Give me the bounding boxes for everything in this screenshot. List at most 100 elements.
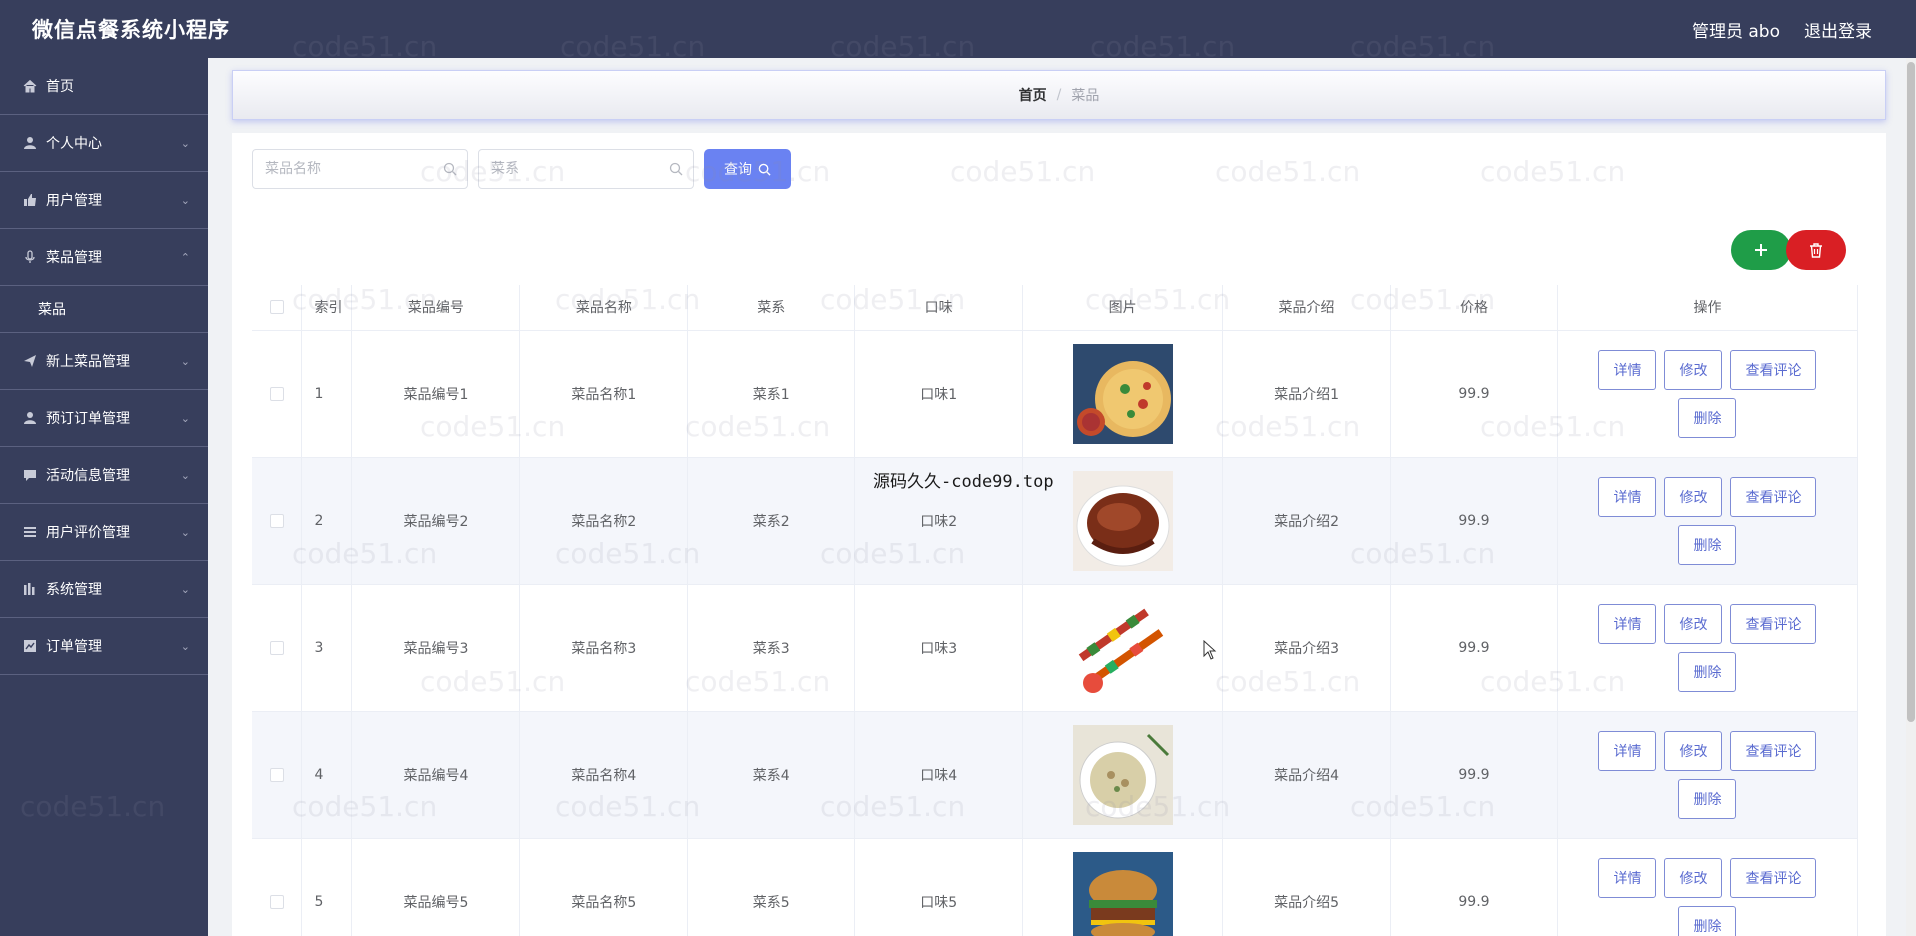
detail-button[interactable]: 详情 [1598, 603, 1657, 644]
actions-cell: 详情 修改 查看评论 删除 [1557, 711, 1859, 839]
row-actions: 详情 修改 查看评论 删除 [1587, 730, 1827, 819]
sidebar-item-profile[interactable]: 个人中心 ⌄ [0, 115, 208, 172]
top-right-actions: 管理员 abo 退出登录 [1692, 17, 1872, 42]
message-icon [22, 467, 38, 483]
column-header: 操作 [1557, 285, 1859, 331]
row-checkbox[interactable] [269, 767, 284, 782]
logout-link[interactable]: 退出登录 [1804, 17, 1872, 42]
taste-cell: 口味1 [854, 330, 1024, 458]
sidebar-item-reservations[interactable]: 预订订单管理 ⌄ [0, 390, 208, 447]
select-all-cell [252, 285, 303, 331]
index-cell: 5 [301, 838, 353, 936]
index-cell: 4 [301, 711, 353, 839]
sidebar-item-dishes[interactable]: 菜品管理 ⌃ [0, 229, 208, 286]
detail-button[interactable]: 详情 [1598, 730, 1657, 771]
breadcrumb-current: 菜品 [1071, 88, 1100, 104]
view-comments-button[interactable]: 查看评论 [1730, 603, 1817, 644]
scrollbar-thumb[interactable] [1907, 62, 1915, 722]
row-select-cell [252, 711, 303, 839]
name-cell: 菜品名称1 [519, 330, 689, 458]
detail-button[interactable]: 详情 [1598, 857, 1657, 898]
taste-cell: 口味5 [854, 838, 1024, 936]
row-checkbox[interactable] [269, 640, 284, 655]
image-cell [1022, 584, 1224, 712]
delete-button[interactable]: 删除 [1678, 524, 1737, 565]
image-cell [1022, 838, 1224, 936]
row-actions: 详情 修改 查看评论 删除 [1587, 857, 1827, 936]
row-checkbox[interactable] [269, 386, 284, 401]
breadcrumb: 首页 / 菜品 [232, 70, 1886, 120]
code-cell: 菜品编号5 [351, 838, 521, 936]
pizza-image [1072, 343, 1173, 444]
taste-cell: 口味2 [854, 457, 1024, 585]
view-comments-button[interactable]: 查看评论 [1730, 730, 1817, 771]
row-checkbox[interactable] [269, 894, 284, 909]
breadcrumb-home[interactable]: 首页 [1019, 85, 1047, 105]
delete-button[interactable]: 删除 [1678, 778, 1737, 819]
row-checkbox[interactable] [269, 513, 284, 528]
content-panel: 查询 索引 菜品编号 菜品名称 菜系 口味 图片 [232, 133, 1886, 936]
view-comments-button[interactable]: 查看评论 [1730, 857, 1817, 898]
batch-delete-button[interactable] [1786, 230, 1846, 270]
sidebar-item-system[interactable]: 系统管理 ⌄ [0, 561, 208, 618]
sidebar-item-orders[interactable]: 订单管理 ⌄ [0, 618, 208, 675]
chevron-down-icon: ⌄ [180, 582, 190, 596]
row-actions: 详情 修改 查看评论 删除 [1587, 349, 1827, 438]
image-cell [1022, 330, 1224, 458]
chevron-down-icon: ⌄ [180, 468, 190, 482]
main-content: 首页 / 菜品 查询 [208, 58, 1916, 936]
sidebar-item-new-dishes[interactable]: 新上菜品管理 ⌄ [0, 333, 208, 390]
image-cell [1022, 457, 1224, 585]
view-comments-button[interactable]: 查看评论 [1730, 349, 1817, 390]
code-cell: 菜品编号4 [351, 711, 521, 839]
chevron-down-icon: ⌄ [180, 411, 190, 425]
sidebar-item-label: 个人中心 [46, 136, 102, 152]
detail-button[interactable]: 详情 [1598, 476, 1657, 517]
dish-name-input[interactable] [253, 150, 467, 188]
category-cell: 菜系1 [687, 330, 856, 458]
edit-button[interactable]: 修改 [1664, 476, 1723, 517]
taste-cell: 口味3 [854, 584, 1024, 712]
mic-icon [22, 249, 38, 265]
sidebar-item-activities[interactable]: 活动信息管理 ⌄ [0, 447, 208, 504]
code-cell: 菜品编号1 [351, 330, 521, 458]
name-cell: 菜品名称2 [519, 457, 689, 585]
query-button[interactable]: 查询 [704, 149, 791, 189]
user-icon [22, 135, 38, 151]
delete-button[interactable]: 删除 [1678, 905, 1737, 936]
sidebar-item-label: 系统管理 [46, 582, 102, 598]
actions-cell: 详情 修改 查看评论 删除 [1557, 457, 1859, 585]
sidebar-item-users[interactable]: 用户管理 ⌄ [0, 172, 208, 229]
edit-button[interactable]: 修改 [1664, 349, 1723, 390]
view-comments-button[interactable]: 查看评论 [1730, 476, 1817, 517]
soup-image [1072, 724, 1173, 825]
edit-button[interactable]: 修改 [1664, 857, 1723, 898]
page-scrollbar[interactable] [1906, 58, 1916, 936]
category-cell: 菜系5 [687, 838, 856, 936]
delete-button[interactable]: 删除 [1678, 651, 1737, 692]
add-button[interactable] [1731, 230, 1791, 270]
sidebar-item-reviews[interactable]: 用户评价管理 ⌄ [0, 504, 208, 561]
current-user[interactable]: 管理员 abo [1692, 17, 1780, 42]
sidebar-item-label: 首页 [46, 79, 74, 95]
edit-button[interactable]: 修改 [1664, 603, 1723, 644]
sidebar-item-label: 用户管理 [46, 193, 102, 209]
delete-button[interactable]: 删除 [1678, 397, 1737, 438]
detail-button[interactable]: 详情 [1598, 349, 1657, 390]
image-cell [1022, 711, 1224, 839]
row-select-cell [252, 584, 303, 712]
actions-cell: 详情 修改 查看评论 删除 [1557, 838, 1859, 936]
search-bar: 查询 [252, 149, 791, 189]
index-cell: 1 [301, 330, 353, 458]
sidebar-subitem-dish[interactable]: 菜品 [0, 286, 208, 333]
send-icon [22, 353, 38, 369]
sidebar: 首页 个人中心 ⌄ 用户管理 ⌄ 菜品管理 ⌃ 菜品 新上菜品管理 ⌄ 预订订单… [0, 58, 208, 936]
actions-cell: 详情 修改 查看评论 删除 [1557, 330, 1859, 458]
category-input[interactable] [479, 150, 693, 188]
row-select-cell [252, 330, 303, 458]
index-cell: 3 [301, 584, 353, 712]
sidebar-item-home[interactable]: 首页 [0, 58, 208, 115]
edit-button[interactable]: 修改 [1664, 730, 1723, 771]
chevron-down-icon: ⌄ [180, 354, 190, 368]
select-all-checkbox[interactable] [269, 300, 284, 315]
